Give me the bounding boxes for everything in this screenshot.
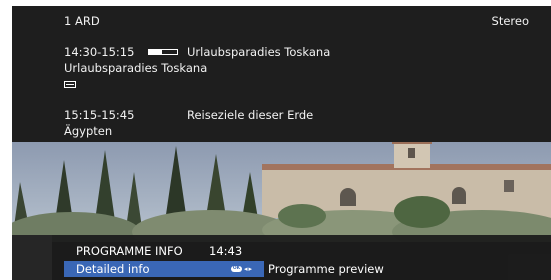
- programme-info-panel: 1 ARD Stereo 14:30-15:15 Urlaubsparadies…: [12, 6, 551, 142]
- programme-info-menu: PROGRAMME INFO 14:43 Detailed info OK ◂▸…: [12, 235, 551, 280]
- next-programme-subtitle: Ägypten: [64, 124, 113, 138]
- next-programme-title: Reiseziele dieser Erde: [187, 108, 314, 122]
- ok-button-icon: OK: [231, 266, 242, 272]
- menu-clock: 14:43: [209, 244, 243, 258]
- format-icon: [64, 81, 76, 88]
- left-right-arrows-icon: ◂▸: [244, 265, 254, 273]
- audio-mode: Stereo: [491, 14, 529, 28]
- broadcast-image: [12, 142, 551, 242]
- tab-programme-preview[interactable]: Programme preview: [268, 262, 384, 276]
- current-programme-title: Urlaubsparadies Toskana: [187, 45, 331, 59]
- menu-title: PROGRAMME INFO: [76, 244, 183, 258]
- current-programme-subtitle: Urlaubsparadies Toskana: [64, 61, 208, 75]
- tv-screen: 1 ARD Stereo 14:30-15:15 Urlaubsparadies…: [12, 6, 551, 280]
- menu-side-block: [12, 235, 52, 280]
- tab-detailed-info-label: Detailed info: [76, 262, 150, 276]
- channel-name: 1 ARD: [64, 14, 100, 28]
- programme-progress-bar: [148, 49, 178, 55]
- current-programme-time: 14:30-15:15: [64, 45, 135, 59]
- next-programme-time: 15:15-15:45: [64, 108, 135, 122]
